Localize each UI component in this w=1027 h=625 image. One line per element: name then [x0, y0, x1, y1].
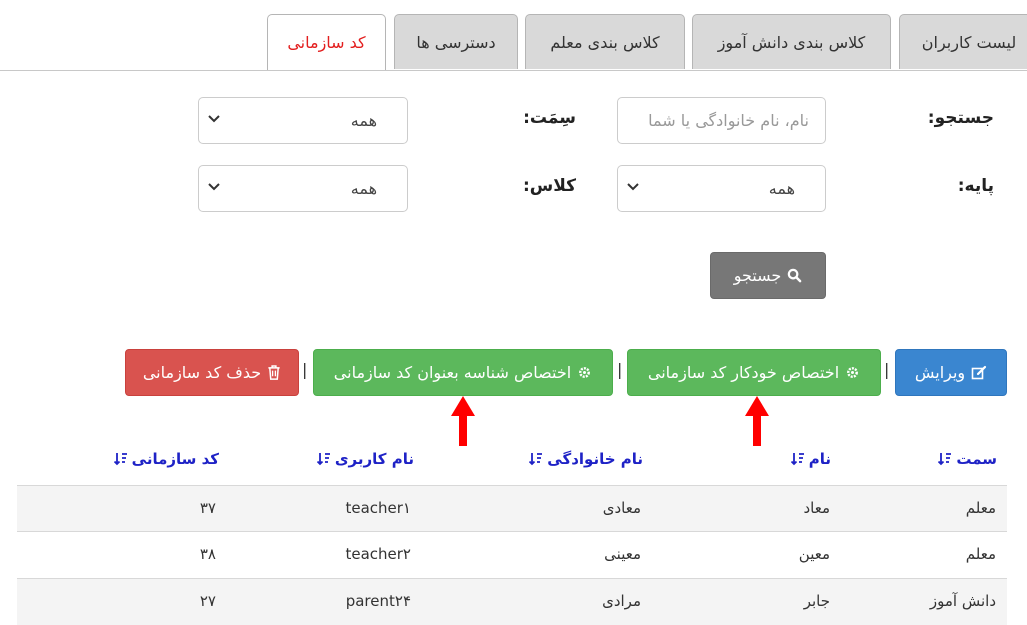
- column-header-label: نام کاربری: [334, 450, 414, 468]
- column-header-label: کد سازمانی: [131, 450, 219, 468]
- column-header-role[interactable]: سمت: [938, 450, 997, 468]
- grade-select-value: همه: [768, 179, 795, 198]
- tab-org-code[interactable]: کد سازمانی: [267, 14, 386, 70]
- delete-org-code-button[interactable]: حذف کد سازمانی: [125, 349, 299, 396]
- cell-org-code: ۳۷: [199, 499, 216, 517]
- id-assign-button-label: اختصاص شناسه بعنوان کد سازمانی: [333, 363, 572, 382]
- column-header-last-name[interactable]: نام خانوادگی: [529, 450, 643, 468]
- search-label: جستجو:: [927, 108, 994, 128]
- search-input[interactable]: نام، نام خانوادگی یا شما: [617, 97, 826, 144]
- search-button[interactable]: جستجو: [710, 252, 826, 299]
- edit-button-label: ویرایش: [914, 363, 966, 382]
- cell-first-name: معاد: [803, 499, 830, 517]
- tab-bar: لیست کاربران کلاس بندی دانش آموز کلاس بن…: [0, 0, 1027, 71]
- column-header-label: نام خانوادگی: [547, 450, 643, 468]
- cell-last-name: مرادی: [602, 592, 641, 610]
- trash-icon: [268, 365, 280, 380]
- cell-username: parent۲۴: [345, 592, 411, 610]
- auto-assign-button-label: اختصاص خودکار کد سازمانی: [647, 363, 840, 382]
- grade-label: پایه:: [957, 176, 994, 196]
- action-separator: |: [884, 360, 890, 379]
- role-label: سِمَت:: [523, 108, 576, 128]
- id-assign-button[interactable]: اختصاص شناسه بعنوان کد سازمانی: [313, 349, 613, 396]
- delete-org-code-button-label: حذف کد سازمانی: [142, 363, 262, 382]
- chevron-down-icon: [627, 183, 639, 191]
- role-select[interactable]: همه: [198, 97, 408, 144]
- arrow-up-icon: [745, 396, 769, 446]
- cell-username: teacher۱: [345, 499, 411, 517]
- auto-assign-button[interactable]: اختصاص خودکار کد سازمانی: [627, 349, 881, 396]
- role-select-value: همه: [350, 111, 377, 130]
- search-placeholder: نام، نام خانوادگی یا شما: [648, 111, 809, 130]
- column-header-label: نام: [808, 450, 831, 468]
- class-label: کلاس:: [522, 176, 576, 196]
- edit-icon: [971, 365, 987, 379]
- cell-role: دانش آموز: [929, 592, 996, 610]
- cell-role: معلم: [965, 499, 996, 517]
- tab-user-list[interactable]: لیست کاربران: [899, 14, 1027, 69]
- edit-button[interactable]: ویرایش: [895, 349, 1007, 396]
- sort-icon: [938, 453, 952, 466]
- tab-access[interactable]: دسترسی ها: [394, 14, 518, 69]
- cell-first-name: جابر: [803, 592, 830, 610]
- column-header-username[interactable]: نام کاربری: [316, 450, 414, 468]
- tab-student-classes[interactable]: کلاس بندی دانش آموز: [692, 14, 891, 69]
- action-separator: |: [302, 360, 308, 379]
- class-select-value: همه: [350, 179, 377, 198]
- gear-icon: [579, 367, 591, 378]
- sort-icon: [316, 453, 330, 466]
- sort-icon: [529, 453, 543, 466]
- cell-first-name: معین: [798, 545, 830, 563]
- table-row: دانش آموز جابر مرادی parent۲۴ ۲۷: [17, 578, 1007, 625]
- gear-icon: [847, 367, 859, 378]
- tab-teacher-classes[interactable]: کلاس بندی معلم: [525, 14, 685, 69]
- cell-last-name: معینی: [604, 545, 641, 563]
- sort-icon: [790, 453, 804, 466]
- cell-role: معلم: [965, 545, 996, 563]
- column-header-org-code[interactable]: کد سازمانی: [113, 450, 219, 468]
- cell-last-name: معادی: [602, 499, 641, 517]
- column-header-first-name[interactable]: نام: [790, 450, 831, 468]
- grade-select[interactable]: همه: [617, 165, 826, 212]
- cell-org-code: ۲۷: [199, 592, 216, 610]
- sort-icon: [113, 453, 127, 466]
- class-select[interactable]: همه: [198, 165, 408, 212]
- chevron-down-icon: [208, 183, 220, 191]
- arrow-up-icon: [451, 396, 475, 446]
- chevron-down-icon: [208, 115, 220, 123]
- action-separator: |: [617, 360, 623, 379]
- search-button-label: جستجو: [733, 266, 782, 285]
- cell-org-code: ۳۸: [199, 545, 216, 563]
- search-icon: [788, 268, 802, 283]
- column-header-label: سمت: [956, 450, 997, 468]
- table-row: معلم معاد معادی teacher۱ ۳۷: [17, 485, 1007, 532]
- table-row: معلم معین معینی teacher۲ ۳۸: [17, 531, 1007, 578]
- cell-username: teacher۲: [345, 545, 411, 563]
